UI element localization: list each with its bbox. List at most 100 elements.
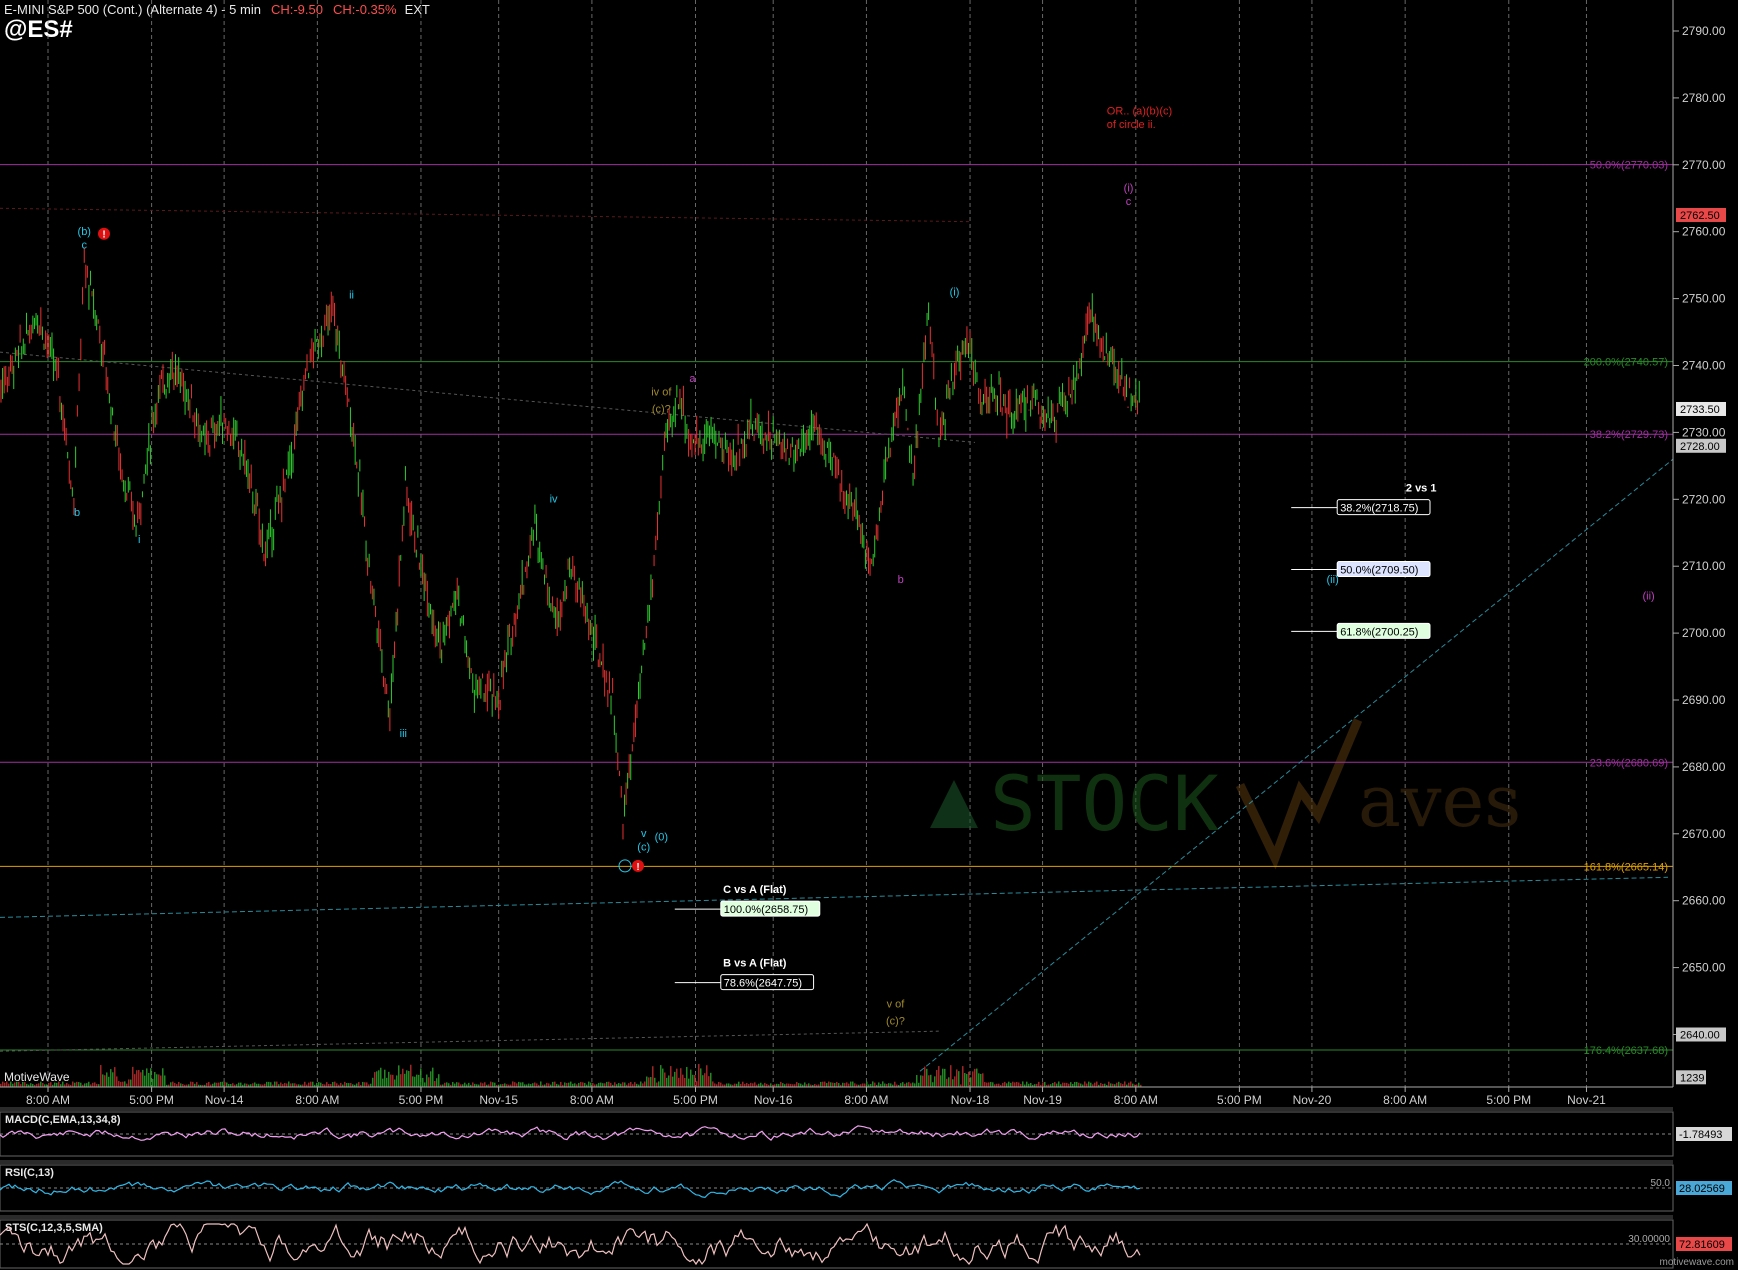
volume-bar: [410, 1064, 412, 1087]
indicator-value: -1.78493: [1679, 1129, 1722, 1141]
volume-bar: [872, 1081, 874, 1087]
volume-bar: [270, 1082, 272, 1087]
volume-bar: [822, 1081, 824, 1087]
volume-bar: [850, 1081, 852, 1087]
volume-bar: [376, 1071, 378, 1087]
volume-bar: [62, 1081, 64, 1087]
volume-bar: [150, 1068, 152, 1087]
volume-bar: [970, 1077, 972, 1087]
volume-bar: [78, 1082, 80, 1087]
volume-bar: [284, 1083, 286, 1087]
volume-bar: [100, 1065, 102, 1087]
volume-bar: [1116, 1082, 1118, 1087]
projection-label: 78.6%(2647.75): [724, 978, 802, 990]
price-chart[interactable]: STOCK aves 50.0%(2770.03) 200.0%(2740.57) 38…: [0, 0, 1738, 1270]
volume-bar: [534, 1082, 536, 1087]
indicator-level: 50.0: [1651, 1178, 1671, 1189]
volume-bar: [874, 1082, 876, 1087]
volume-bar: [482, 1083, 484, 1087]
time-axis-label: 8:00 AM: [1383, 1093, 1427, 1107]
volume-bar: [126, 1083, 128, 1087]
alert-icon-mark: !: [636, 862, 639, 873]
volume-bar: [910, 1083, 912, 1087]
volume-bar: [394, 1079, 396, 1087]
pane-divider[interactable]: [0, 1215, 1673, 1219]
volume-bar: [132, 1066, 134, 1087]
pane-divider[interactable]: [0, 1160, 1673, 1164]
volume-bar: [664, 1072, 666, 1087]
volume-bar: [438, 1074, 440, 1087]
volume-bar: [698, 1064, 700, 1087]
volume-bar: [206, 1082, 208, 1087]
volume-bar: [786, 1083, 788, 1087]
volume-bar: [982, 1073, 984, 1087]
volume-bar: [382, 1078, 384, 1087]
volume-bar: [1054, 1081, 1056, 1087]
indicator-title: MACD(C,EMA,13,34,8): [5, 1114, 121, 1126]
volume-bar: [192, 1081, 194, 1087]
volume-bar: [712, 1081, 714, 1087]
volume-bar: [890, 1083, 892, 1087]
volume-bar: [1052, 1082, 1054, 1087]
volume-bar: [40, 1081, 42, 1087]
volume-bar: [520, 1082, 522, 1087]
volume-bar: [480, 1082, 482, 1087]
volume-bar: [1076, 1081, 1078, 1087]
volume-bar: [104, 1075, 106, 1087]
volume-bar: [522, 1082, 524, 1087]
volume-bar: [844, 1083, 846, 1087]
volume-bar: [336, 1083, 338, 1087]
projection-label: 100.0%(2658.75): [724, 904, 808, 916]
volume-bar: [680, 1068, 682, 1087]
volume-bar: [1018, 1082, 1020, 1087]
volume-bar: [74, 1082, 76, 1087]
volume-bar: [140, 1072, 142, 1087]
volume-bar: [878, 1082, 880, 1087]
volume-bar: [866, 1081, 868, 1087]
volume-bar: [958, 1071, 960, 1087]
time-axis-label: 8:00 AM: [844, 1093, 888, 1107]
volume-bar: [652, 1066, 654, 1087]
volume-bar: [1110, 1083, 1112, 1087]
volume-bar: [598, 1082, 600, 1087]
volume-bar: [1066, 1082, 1068, 1087]
volume-bar: [108, 1076, 110, 1087]
volume-bar: [764, 1082, 766, 1087]
volume-bar: [1064, 1082, 1066, 1087]
volume-bar: [800, 1083, 802, 1087]
volume-bar: [592, 1082, 594, 1087]
indicator-title: RSI(C,13): [5, 1167, 54, 1179]
volume-bar: [142, 1069, 144, 1087]
volume-bar: [914, 1083, 916, 1087]
volume-bar: [962, 1066, 964, 1087]
volume-bar: [770, 1083, 772, 1087]
time-axis-label: 5:00 PM: [129, 1093, 174, 1107]
volume-bar: [362, 1081, 364, 1087]
volume-bar: [94, 1082, 96, 1087]
chart-window[interactable]: E-MINI S&P 500 (Cont.) (Alternate 4) - 5…: [0, 0, 1738, 1270]
volume-bar: [504, 1083, 506, 1087]
volume-bar: [144, 1075, 146, 1087]
wave-label: b: [74, 507, 80, 519]
volume-bar: [1016, 1081, 1018, 1087]
volume-bar: [694, 1075, 696, 1087]
volume-bar: [214, 1082, 216, 1087]
volume-bar: [346, 1082, 348, 1087]
pane-divider[interactable]: [0, 1107, 1673, 1111]
volume-bar: [1118, 1081, 1120, 1087]
volume-bar: [38, 1083, 40, 1087]
volume-bar: [1120, 1083, 1122, 1087]
volume-bar: [708, 1076, 710, 1087]
volume-bar: [420, 1068, 422, 1087]
fib-line-label: 23.6%(2680.69): [1590, 757, 1668, 769]
time-axis-label: Nov-21: [1567, 1093, 1606, 1107]
volume-bar: [760, 1082, 762, 1087]
projection-title: C vs A (Flat): [723, 884, 787, 896]
volume-bar: [540, 1081, 542, 1087]
volume-bar: [974, 1068, 976, 1087]
volume-bar: [378, 1070, 380, 1087]
volume-bar: [674, 1071, 676, 1087]
wave-label: (i): [1124, 183, 1134, 195]
wave-label: (ii): [1643, 591, 1655, 603]
volume-bar: [920, 1075, 922, 1087]
